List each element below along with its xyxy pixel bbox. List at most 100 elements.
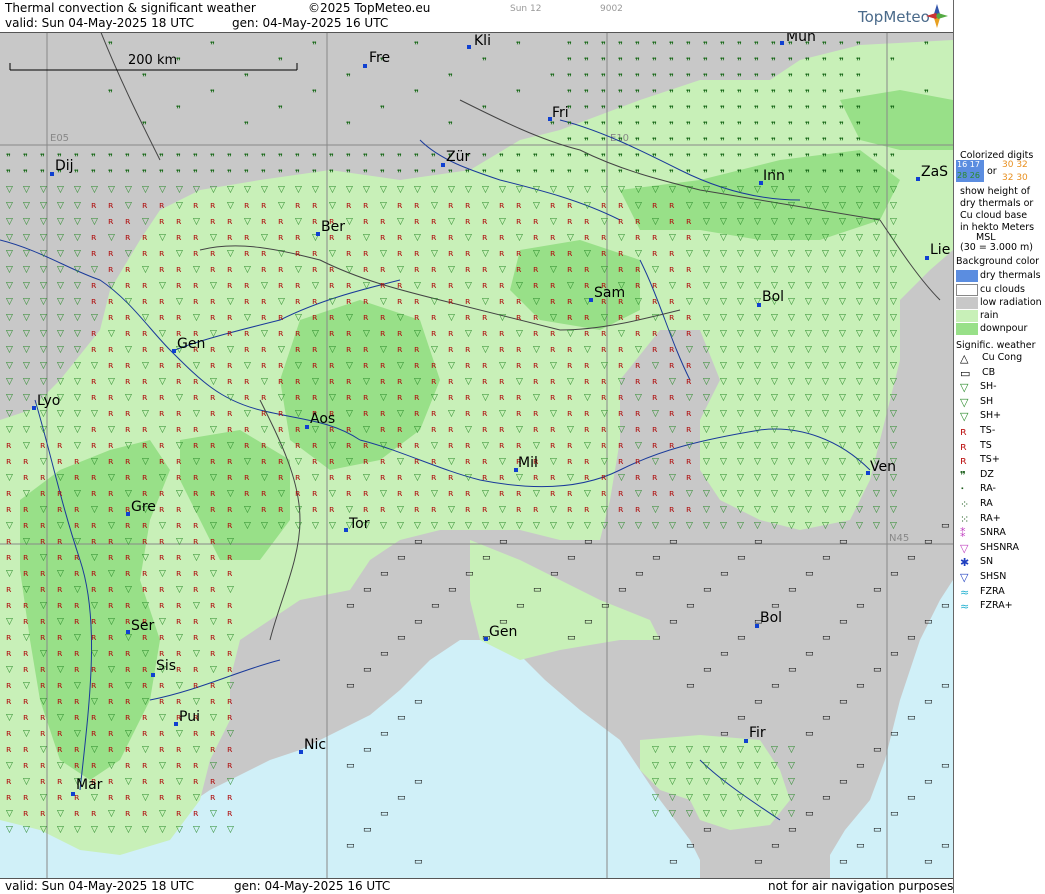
weather-symbol: ▽ xyxy=(108,281,115,291)
weather-symbol: ▽ xyxy=(57,329,64,339)
weather-symbol: ▽ xyxy=(788,377,795,387)
weather-symbol: ▽ xyxy=(686,809,693,819)
weather-symbol: ▽ xyxy=(771,409,778,419)
weather-symbol: ▽ xyxy=(771,489,778,499)
weather-symbol: ▽ xyxy=(91,601,98,611)
weather-symbol: ▽ xyxy=(363,377,370,387)
weather-symbol: ▭ xyxy=(567,633,576,643)
weather-symbol: ʀ xyxy=(550,489,556,499)
weather-symbol: ʀ xyxy=(482,233,488,243)
weather-symbol: ❞ xyxy=(210,89,215,99)
weather-symbol: ▽ xyxy=(57,345,64,355)
weather-symbol: ʀ xyxy=(516,297,522,307)
weather-symbol: ʀ xyxy=(176,473,182,483)
weather-symbol: ▽ xyxy=(788,329,795,339)
weather-symbol: ʀ xyxy=(499,201,505,211)
weather-symbol: ▽ xyxy=(91,265,98,275)
weather-symbol: ▭ xyxy=(363,585,372,595)
weather-symbol: ▽ xyxy=(873,297,880,307)
weather-symbol: ▽ xyxy=(91,697,98,707)
weather-symbol: ʀ xyxy=(363,201,369,211)
weather-symbol: ʀ xyxy=(686,217,692,227)
weather-symbol: ▽ xyxy=(363,281,370,291)
weather-symbol: ▽ xyxy=(193,409,200,419)
weather-symbol: ʀ xyxy=(74,745,80,755)
weather-symbol: ʀ xyxy=(74,617,80,627)
weather-symbol: ❞ xyxy=(771,57,776,67)
weather-symbol: ʀ xyxy=(482,329,488,339)
weather-symbol: ▽ xyxy=(6,281,13,291)
weather-symbol: ❞ xyxy=(380,153,385,163)
grid-label-n45: N45 xyxy=(889,533,909,544)
legend-desc-1: show height of xyxy=(960,186,1031,197)
weather-symbol: ʀ xyxy=(397,233,403,243)
weather-symbol: ❞ xyxy=(550,169,555,179)
weather-symbol: ʀ xyxy=(652,425,658,435)
weather-symbol: ❞ xyxy=(635,73,640,83)
weather-symbol: ʀ xyxy=(465,393,471,403)
weather-symbol: ʀ xyxy=(159,777,165,787)
weather-symbol: ▽ xyxy=(856,201,863,211)
weather-symbol: ❞ xyxy=(669,57,674,67)
weather-symbol: ❞ xyxy=(618,153,623,163)
weather-symbol: ▽ xyxy=(244,521,251,531)
weather-symbol: ▽ xyxy=(618,329,625,339)
weather-symbol: ▽ xyxy=(754,313,761,323)
weather-symbol: ▽ xyxy=(57,281,64,291)
weather-symbol: ▽ xyxy=(57,297,64,307)
weather-symbol: ▽ xyxy=(57,473,64,483)
weather-symbol: ▽ xyxy=(227,201,234,211)
weather-symbol: ▽ xyxy=(57,313,64,323)
weather-symbol: ❞ xyxy=(550,73,555,83)
weather-symbol: ▽ xyxy=(652,809,659,819)
weather-symbol: ▽ xyxy=(686,761,693,771)
weather-symbol: ▽ xyxy=(23,777,30,787)
weather-symbol: ▽ xyxy=(397,361,404,371)
weather-symbol: ▽ xyxy=(125,201,132,211)
weather-symbol: ❞ xyxy=(686,169,691,179)
weather-symbol: ▽ xyxy=(448,185,455,195)
weather-symbol: ❞ xyxy=(822,137,827,147)
weather-symbol: ▽ xyxy=(312,329,319,339)
weather-symbol: ▽ xyxy=(703,281,710,291)
weather-symbol: ❞ xyxy=(771,153,776,163)
weather-symbol: ʀ xyxy=(635,217,641,227)
weather-symbol: ▽ xyxy=(754,761,761,771)
weather-symbol: ʀ xyxy=(567,249,573,259)
weather-symbol: ▽ xyxy=(601,185,608,195)
weather-symbol: ❞ xyxy=(652,121,657,131)
weather-symbol: ▭ xyxy=(482,553,491,563)
weather-symbol: ▭ xyxy=(669,537,678,547)
weather-symbol: ▭ xyxy=(890,649,899,659)
weather-symbol: ▽ xyxy=(873,313,880,323)
weather-symbol: ▽ xyxy=(873,217,880,227)
weather-symbol: ❞ xyxy=(550,153,555,163)
weather-symbol: ❞ xyxy=(397,153,402,163)
weather-symbol: ʀ xyxy=(448,377,454,387)
weather-symbol: ▽ xyxy=(703,745,710,755)
weather-symbol: ❞ xyxy=(635,105,640,115)
weather-symbol: ❞ xyxy=(737,153,742,163)
weather-symbol: ▽ xyxy=(125,825,132,835)
weather-symbol: ʀ xyxy=(74,665,80,675)
weather-symbol: ❞ xyxy=(839,153,844,163)
weather-symbol: ▽ xyxy=(23,233,30,243)
weather-symbol: ʀ xyxy=(57,553,63,563)
weather-symbol: ʀ xyxy=(210,345,216,355)
weather-symbol: ▽ xyxy=(771,249,778,259)
weather-symbol: ʀ xyxy=(278,361,284,371)
weather-symbol: ʀ xyxy=(465,441,471,451)
weather-symbol: ❞ xyxy=(23,153,28,163)
weather-symbol: ▽ xyxy=(74,633,81,643)
weather-symbol: ▽ xyxy=(176,825,183,835)
weather-symbol: ▽ xyxy=(754,793,761,803)
weather-symbol: ▽ xyxy=(516,473,523,483)
weather-symbol: ʀ xyxy=(618,409,624,419)
weather-symbol: ▽ xyxy=(771,505,778,515)
weather-symbol: ▽ xyxy=(737,217,744,227)
weather-symbol: ʀ xyxy=(210,777,216,787)
weather-symbol: ▽ xyxy=(856,297,863,307)
weather-symbol: ▽ xyxy=(40,505,47,515)
weather-symbol: ❞ xyxy=(771,105,776,115)
weather-symbol: ▽ xyxy=(499,409,506,419)
